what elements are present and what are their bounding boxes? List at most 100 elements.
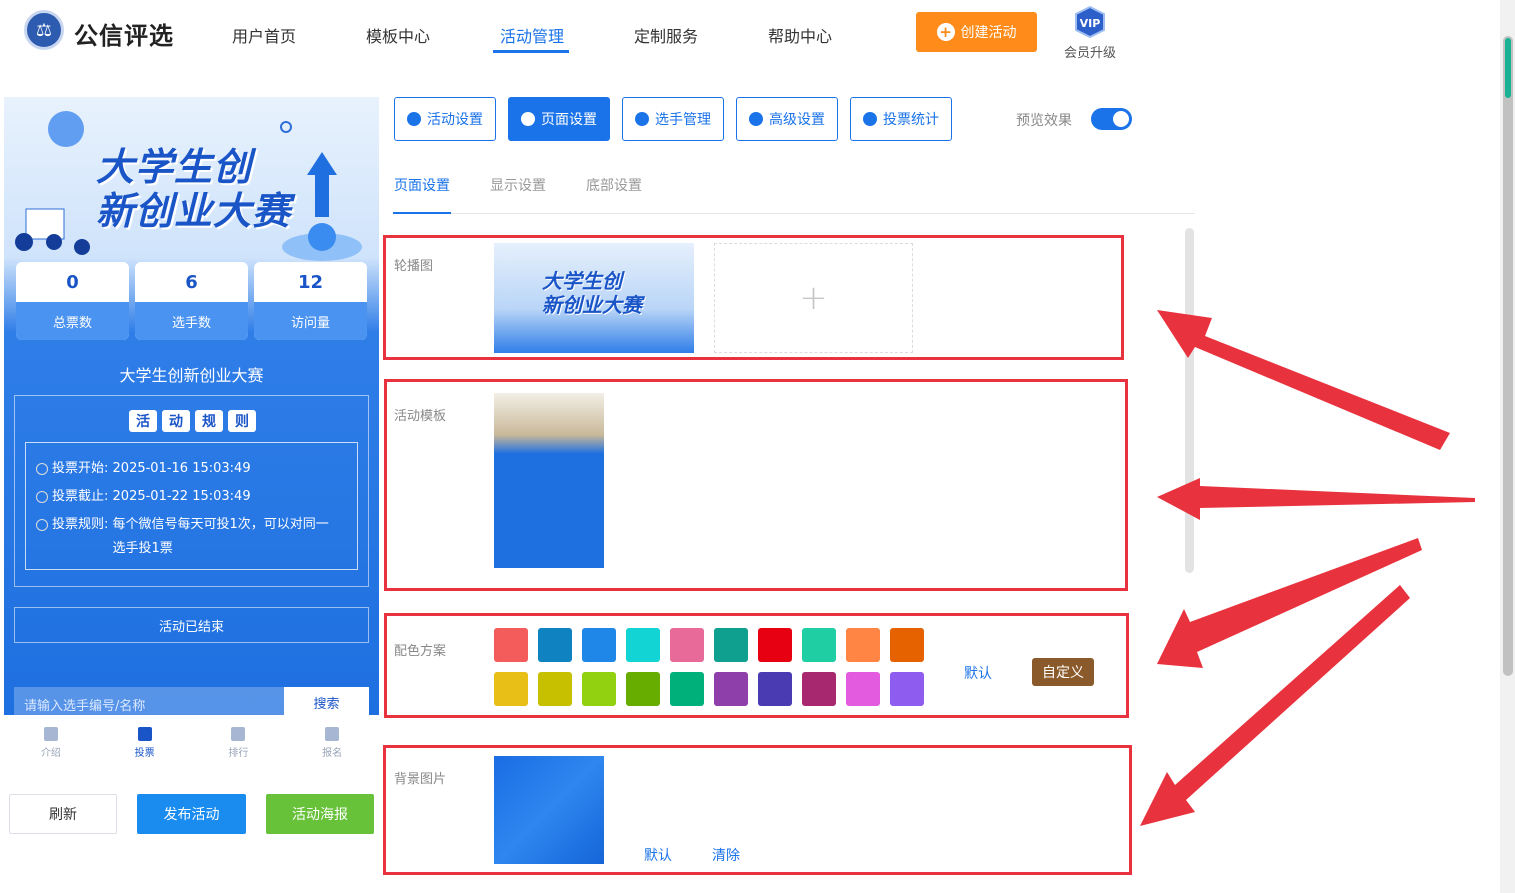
color-swatch[interactable] (714, 672, 748, 706)
stat-label: 选手数 (135, 302, 248, 340)
poster-button[interactable]: 活动海报 (266, 794, 374, 834)
color-swatch[interactable] (846, 672, 880, 706)
color-swatch[interactable] (538, 628, 572, 662)
nav-help-center[interactable]: 帮助中心 (768, 23, 832, 47)
preview-toggle[interactable] (1091, 108, 1132, 130)
nav-custom-service[interactable]: 定制服务 (634, 23, 698, 47)
color-swatch[interactable] (626, 628, 660, 662)
banner-title-line2: 新创业大赛 (96, 189, 292, 233)
rule-label: 投票规则: (52, 517, 109, 532)
rules-box: 活 动 规 则 投票开始: 2025-01-16 15:03:49 投票截止: … (14, 395, 369, 587)
arrow-to-colors (1157, 538, 1422, 668)
template-thumbnail[interactable] (494, 393, 604, 583)
toolbar-label: 投票统计 (883, 112, 939, 128)
color-swatch[interactable] (890, 628, 924, 662)
carousel-image-title-line1: 大学生创 (542, 269, 622, 293)
create-activity-label: 创建活动 (960, 25, 1017, 41)
color-swatch[interactable] (802, 672, 836, 706)
tab-ranking[interactable]: 排行 (192, 715, 286, 770)
tab-signup[interactable]: 报名 (285, 715, 379, 770)
arrow-to-background (1140, 585, 1410, 826)
toolbar-label: 高级设置 (769, 112, 825, 128)
tab-intro[interactable]: 介绍 (4, 715, 98, 770)
flag-icon (137, 726, 152, 741)
carousel-image[interactable]: 大学生创 新创业大赛 (494, 243, 694, 353)
subtab-page-settings[interactable]: 页面设置 (394, 175, 450, 195)
nav-home[interactable]: 用户首页 (232, 23, 296, 47)
rule-value: 每个微信号每天可投1次，可以对同一选手投1票 (112, 517, 329, 556)
contestant-management-button[interactable]: 选手管理 (622, 97, 724, 141)
create-activity-button[interactable]: + 创建活动 (916, 12, 1037, 52)
color-swatch[interactable] (758, 672, 792, 706)
subtab-footer-settings[interactable]: 底部设置 (586, 175, 642, 195)
color-swatch[interactable] (538, 672, 572, 706)
nav-active-indicator (493, 50, 569, 53)
banner-title-line1: 大学生创 (96, 145, 253, 189)
rule-end: 投票截止: 2025-01-22 15:03:49 (36, 483, 347, 511)
refresh-button[interactable]: 刷新 (9, 794, 117, 834)
color-swatch[interactable] (582, 628, 616, 662)
page-settings-button[interactable]: 页面设置 (508, 97, 610, 141)
mobile-preview: 大学生创 新创业大赛 0 总票数 6 选手数 12 访问量 大学生创新创业大赛 … (4, 97, 379, 715)
search-input[interactable]: 请输入选手编号/名称 (14, 687, 284, 715)
gear-icon (521, 112, 535, 126)
advanced-settings-button[interactable]: 高级设置 (736, 97, 838, 141)
color-swatch[interactable] (714, 628, 748, 662)
background-default-link[interactable]: 默认 (644, 845, 672, 865)
background-image[interactable] (494, 756, 604, 864)
color-swatch[interactable] (670, 672, 704, 706)
color-swatch[interactable] (626, 672, 660, 706)
background-label: 背景图片 (394, 772, 447, 787)
rules-header: 活 动 规 则 (15, 410, 370, 432)
stat-value: 12 (297, 271, 324, 293)
preview-toggle-label: 预览效果 (1016, 113, 1072, 129)
logo-icon[interactable]: ⚖ (24, 10, 64, 50)
rules-list: 投票开始: 2025-01-16 15:03:49 投票截止: 2025-01-… (25, 442, 358, 570)
color-swatch[interactable] (582, 672, 616, 706)
vote-statistics-button[interactable]: 投票统计 (850, 97, 952, 141)
subtab-display-settings[interactable]: 显示设置 (490, 175, 546, 195)
vip-icon[interactable]: VIP (1073, 5, 1107, 39)
background-clear-link[interactable]: 清除 (712, 845, 740, 865)
rule-label: 投票截止: (52, 489, 109, 504)
clock-icon (36, 463, 48, 475)
color-swatch[interactable] (890, 672, 924, 706)
nav-templates[interactable]: 模板中心 (366, 23, 430, 47)
add-image-button[interactable]: + (714, 243, 913, 353)
rule-value: 2025-01-16 15:03:49 (112, 461, 251, 476)
color-swatch[interactable] (802, 628, 836, 662)
color-default-link[interactable]: 默认 (964, 663, 992, 683)
activity-title: 大学生创新创业大赛 (119, 366, 264, 385)
vip-upgrade-label[interactable]: 会员升级 (1064, 42, 1116, 61)
subtab-divider (393, 213, 1195, 214)
page-scrollbar-highlight (1505, 38, 1511, 98)
rules-title-char: 活 (129, 410, 157, 432)
toolbar-label: 选手管理 (655, 112, 711, 128)
rule-value: 2025-01-22 15:03:49 (112, 489, 251, 504)
page-scrollbar-thumb[interactable] (1503, 36, 1513, 676)
bar-chart-icon (863, 112, 877, 126)
toolbar-label: 页面设置 (541, 112, 597, 128)
search-button[interactable]: 搜索 (284, 687, 369, 715)
carousel-image-title-line2: 新创业大赛 (542, 293, 642, 317)
sliders-icon (749, 112, 763, 126)
tab-vote[interactable]: 投票 (98, 715, 192, 770)
color-swatch[interactable] (846, 628, 880, 662)
publish-button[interactable]: 发布活动 (137, 794, 246, 834)
activity-settings-button[interactable]: 活动设置 (394, 97, 496, 141)
color-swatch[interactable] (758, 628, 792, 662)
nav-activity-management[interactable]: 活动管理 (500, 23, 564, 47)
color-swatch[interactable] (494, 672, 528, 706)
activity-status: 活动已结束 (14, 607, 369, 643)
banner-title: 大学生创 新创业大赛 (96, 145, 291, 233)
rule-start: 投票开始: 2025-01-16 15:03:49 (36, 455, 347, 483)
stat-value: 0 (66, 271, 79, 293)
brand-name[interactable]: 公信评选 (74, 16, 174, 51)
color-swatch[interactable] (670, 628, 704, 662)
color-custom-button[interactable]: 自定义 (1032, 658, 1094, 686)
panel-scrollbar[interactable] (1185, 228, 1194, 573)
rule-policy: 投票规则: 每个微信号每天可投1次，可以对同一选手投1票 (36, 513, 347, 561)
color-swatch[interactable] (494, 628, 528, 662)
mobile-tabbar: 介绍 投票 排行 报名 (4, 715, 379, 770)
stat-contestants: 6 选手数 (135, 262, 248, 340)
